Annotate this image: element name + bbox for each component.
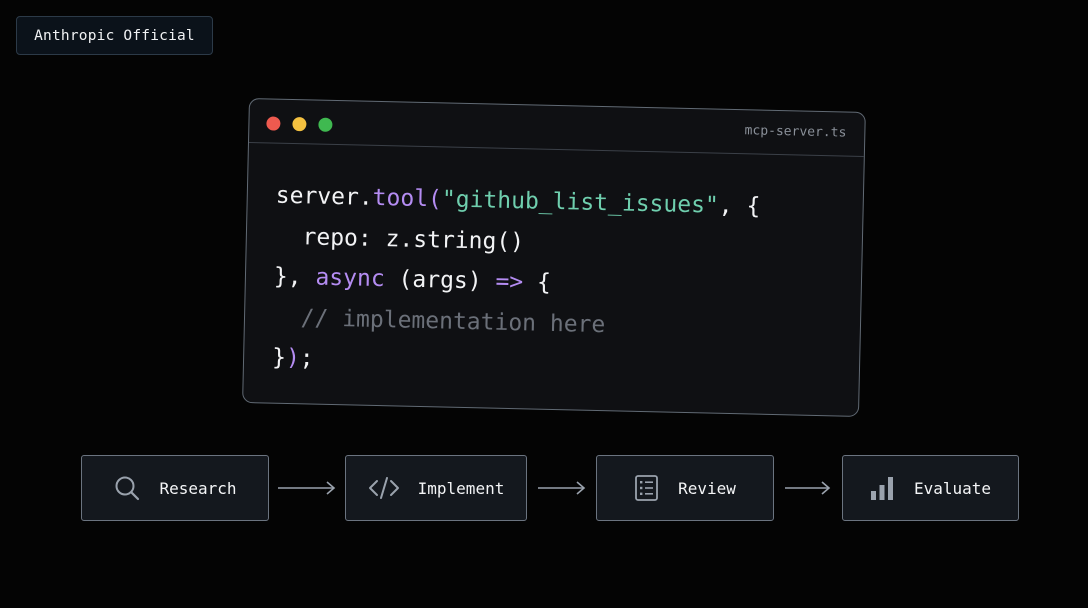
step-research-label: Research: [159, 478, 237, 498]
anthropic-official-badge: Anthropic Official: [16, 16, 213, 55]
code-window-titlebar: mcp-server.ts: [248, 99, 865, 157]
step-research: Research: [81, 455, 269, 521]
code-token: }: [271, 344, 287, 371]
code-token: (args): [384, 266, 496, 295]
code-token: },: [273, 263, 316, 291]
code-filename: mcp-server.ts: [744, 123, 847, 141]
code-token: async: [315, 264, 386, 293]
step-evaluate: Evaluate: [842, 455, 1019, 521]
badge-label: Anthropic Official: [34, 27, 195, 44]
document-icon: [634, 474, 660, 502]
arrow-right-icon: [278, 481, 336, 495]
code-token: ): [285, 344, 301, 372]
arrow-right-icon: [785, 481, 831, 495]
code-token: {: [522, 269, 552, 296]
code-block: server.tool("github_list_issues", { repo…: [272, 176, 761, 389]
step-review: Review: [596, 455, 774, 521]
code-token: server.: [275, 182, 373, 211]
code-window: mcp-server.ts server.tool("github_list_i…: [242, 98, 866, 417]
close-dot-icon: [266, 116, 281, 131]
step-implement-label: Implement: [417, 478, 505, 498]
arrow-right-icon: [538, 481, 586, 495]
code-icon: [368, 475, 400, 501]
code-token: , {: [718, 192, 761, 220]
bar-chart-icon: [870, 474, 896, 502]
maximize-dot-icon: [318, 117, 333, 132]
step-review-label: Review: [678, 478, 736, 498]
code-token: // implementation here: [272, 304, 606, 338]
code-token: tool(: [372, 184, 443, 213]
search-icon: [113, 474, 141, 502]
code-token: =>: [495, 268, 524, 296]
minimize-dot-icon: [292, 116, 307, 132]
code-token: repo: z.string(): [274, 223, 525, 255]
code-token: "github_list_issues": [441, 186, 720, 219]
step-implement: Implement: [345, 455, 527, 521]
step-evaluate-label: Evaluate: [913, 478, 992, 498]
code-token: ;: [299, 345, 314, 372]
